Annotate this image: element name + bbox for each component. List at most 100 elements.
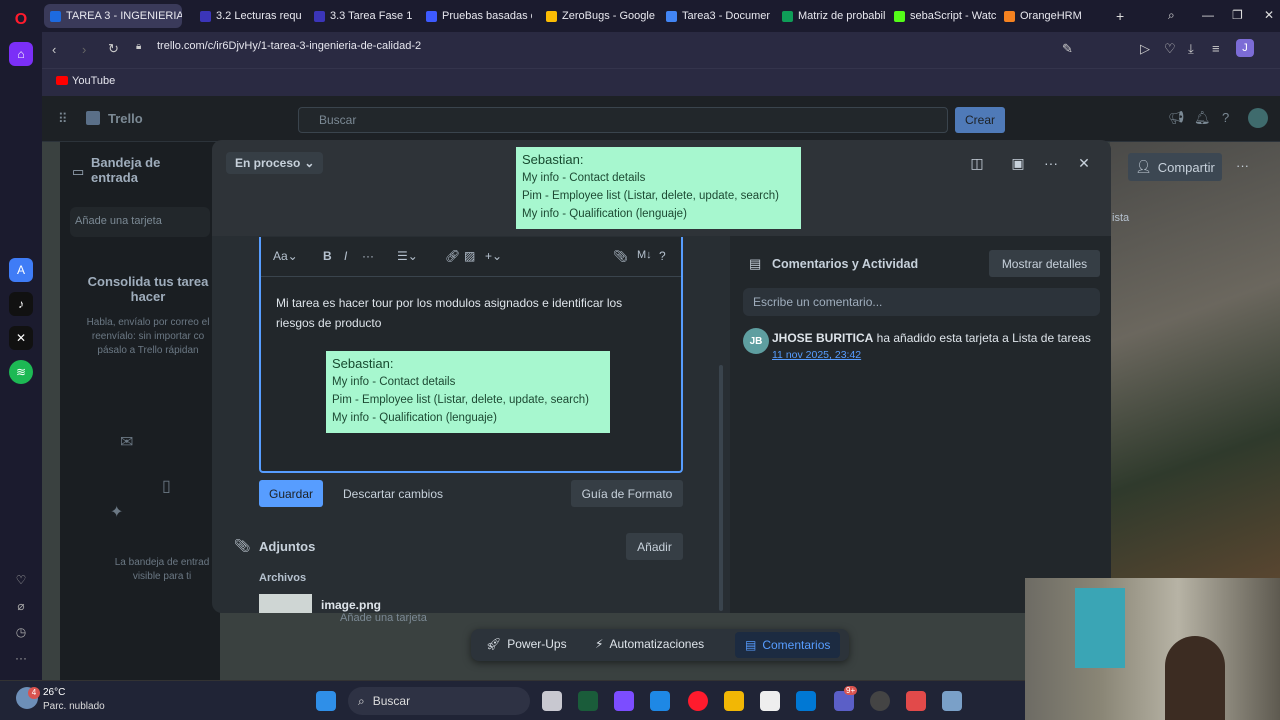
more-actions-icon[interactable]: ··· [1037, 151, 1065, 175]
todo-icon[interactable] [650, 691, 670, 711]
format-guide-button[interactable]: Guía de Formato [571, 480, 683, 507]
trello-logo-text[interactable]: Trello [108, 111, 143, 126]
automations-button[interactable]: ⚡︎ Automatizaciones [595, 637, 704, 651]
attachment-thumbnail[interactable] [259, 594, 312, 613]
comments-button[interactable]: ▤ Comentarios [735, 632, 841, 658]
list-icon[interactable]: ☰⌄ [397, 249, 418, 263]
create-button[interactable]: Crear [955, 107, 1005, 133]
tab-lecturas[interactable]: 3.2 Lecturas requer [194, 4, 302, 28]
forward-icon[interactable]: › [82, 42, 86, 57]
show-details-button[interactable]: Mostrar detalles [989, 250, 1100, 277]
powerups-button[interactable]: 🚀︎ Power-Ups [486, 637, 567, 651]
bolt-icon: ⚡︎ [595, 637, 604, 651]
app-icon[interactable] [906, 691, 926, 711]
home-icon[interactable]: ⌂ [9, 42, 33, 66]
close-modal-icon[interactable]: ✕ [1070, 151, 1098, 175]
heart-icon[interactable]: ♡ [1164, 41, 1176, 57]
edit-icon[interactable]: ✎ [1062, 41, 1073, 57]
menu-icon[interactable]: ≡ [1212, 41, 1220, 56]
windows-start-icon[interactable] [316, 691, 336, 711]
bell-icon[interactable]: 🔔︎ [1194, 110, 1211, 126]
discard-changes-button[interactable]: Descartar cambios [332, 480, 454, 507]
back-icon[interactable]: ‹ [52, 42, 56, 57]
bold-icon[interactable]: B [323, 249, 332, 263]
attachment-icon[interactable]: 📎︎ [613, 249, 628, 263]
reload-icon[interactable]: ↻ [108, 41, 119, 57]
tab-orangehrm[interactable]: OrangeHRM [998, 4, 1094, 28]
search-input[interactable]: Buscar [298, 107, 948, 133]
close-window-icon[interactable]: ✕ [1264, 8, 1274, 22]
card-header: En proceso ⌄ Sebastian: My info - Contact… [212, 140, 1111, 236]
image-icon[interactable]: ▨ [464, 249, 475, 263]
link-icon[interactable]: 🔗︎ [445, 249, 460, 263]
status-dropdown[interactable]: En proceso ⌄ [226, 152, 324, 174]
tab-trello[interactable]: TAREA 3 - INGENIERIA DE [44, 4, 182, 28]
url-field[interactable]: trello.com/c/ir6DjvHy/1-tarea-3-ingenier… [157, 40, 421, 52]
copilot-icon[interactable] [614, 691, 634, 711]
notion-icon[interactable] [760, 691, 780, 711]
add-card-bottom[interactable]: Añade una tarjeta [340, 612, 427, 624]
avatar[interactable]: JB [743, 328, 769, 354]
spotify-icon[interactable]: ≋ [9, 360, 33, 384]
more-format-icon[interactable]: ··· [362, 249, 374, 263]
bookmark-youtube[interactable]: YouTube [72, 75, 115, 87]
description-line: Mi tarea es hacer tour por los modulos a… [276, 296, 623, 310]
vscode-icon[interactable] [796, 691, 816, 711]
app-icon[interactable] [578, 691, 598, 711]
tab-favicon-icon [314, 10, 325, 22]
attachment-file-name[interactable]: image.png [321, 598, 381, 612]
add-attachment-button[interactable]: Añadir [626, 533, 683, 560]
apps-grid-icon[interactable]: ⠿ [58, 111, 68, 127]
board-menu-icon[interactable]: ··· [1236, 158, 1249, 173]
minimize-icon[interactable]: — [1202, 8, 1214, 22]
app-store-icon[interactable]: A [9, 258, 33, 282]
help-icon[interactable]: ? [1222, 110, 1229, 125]
tab-zerobugs[interactable]: ZeroBugs - Google [540, 4, 658, 28]
weather-temp[interactable]: 26°C [43, 687, 65, 698]
scrollbar[interactable] [719, 365, 723, 611]
profile-avatar[interactable]: J [1236, 39, 1254, 57]
file-explorer-icon[interactable] [724, 691, 744, 711]
restore-icon[interactable]: ❐ [1232, 8, 1243, 22]
tab-docs[interactable]: Tarea3 - Documen [660, 4, 770, 28]
help-icon[interactable]: ? [659, 249, 666, 263]
task-view-icon[interactable] [542, 691, 562, 711]
italic-icon[interactable]: I [344, 249, 347, 263]
watch-icon[interactable]: ◫ [963, 151, 991, 175]
crash-icon[interactable]: ⌀ [9, 594, 33, 618]
tab-fase1[interactable]: 3.3 Tarea Fase 1 [308, 4, 416, 28]
share-button[interactable]: 👤︎ Compartir [1128, 153, 1222, 181]
activity-timestamp[interactable]: 11 nov 2025, 23:42 [772, 349, 861, 361]
megaphone-icon[interactable]: 📢︎ [1168, 110, 1185, 126]
description-text[interactable]: Mi tarea es hacer tour por los modulos a… [276, 293, 656, 333]
heart-icon[interactable]: ♡ [9, 568, 33, 592]
user-avatar[interactable] [1248, 108, 1268, 128]
search-tabs-icon[interactable]: ⌕ [1168, 8, 1175, 23]
download-icon[interactable]: ⤓ [1188, 41, 1194, 57]
save-button[interactable]: Guardar [259, 480, 323, 507]
text-style-dropdown[interactable]: Aa⌄ [273, 249, 298, 263]
tab-pruebas[interactable]: Pruebas basadas er [420, 4, 532, 28]
taskbar-search[interactable]: ⌕ Buscar [348, 687, 530, 715]
x-icon[interactable]: ✕ [9, 326, 33, 350]
description-editor[interactable]: Aa⌄ B I ··· ☰⌄ 🔗︎ ▨ +⌄ 📎︎ M↓ ? Mi tarea … [259, 237, 683, 473]
activity-user[interactable]: JHOSE BURITICA [772, 331, 873, 345]
calculator-icon[interactable] [942, 691, 962, 711]
comment-input[interactable]: Escribe un comentario... [743, 288, 1100, 316]
markdown-icon[interactable]: M↓ [637, 249, 652, 261]
tab-favicon-icon [546, 10, 557, 22]
cover-image-icon[interactable]: ▣ [1004, 151, 1032, 175]
more-icon[interactable]: ··· [9, 646, 33, 670]
history-icon[interactable]: ◷ [9, 620, 33, 644]
insert-plus-icon[interactable]: +⌄ [485, 249, 502, 263]
tab-label: 3.3 Tarea Fase 1 [330, 10, 413, 22]
tab-kick[interactable]: sebaScript - Watch [888, 4, 996, 28]
opera-logo-icon[interactable]: O [9, 8, 33, 32]
new-tab-icon[interactable]: + [1116, 8, 1124, 24]
github-icon[interactable] [870, 691, 890, 711]
play-icon[interactable]: ▷ [1140, 41, 1150, 57]
add-card-input[interactable]: Añade una tarjeta [70, 207, 210, 237]
tab-matriz[interactable]: Matriz de probabili [776, 4, 886, 28]
tiktok-icon[interactable]: ♪ [9, 292, 33, 316]
opera-taskbar-icon[interactable] [688, 691, 708, 711]
